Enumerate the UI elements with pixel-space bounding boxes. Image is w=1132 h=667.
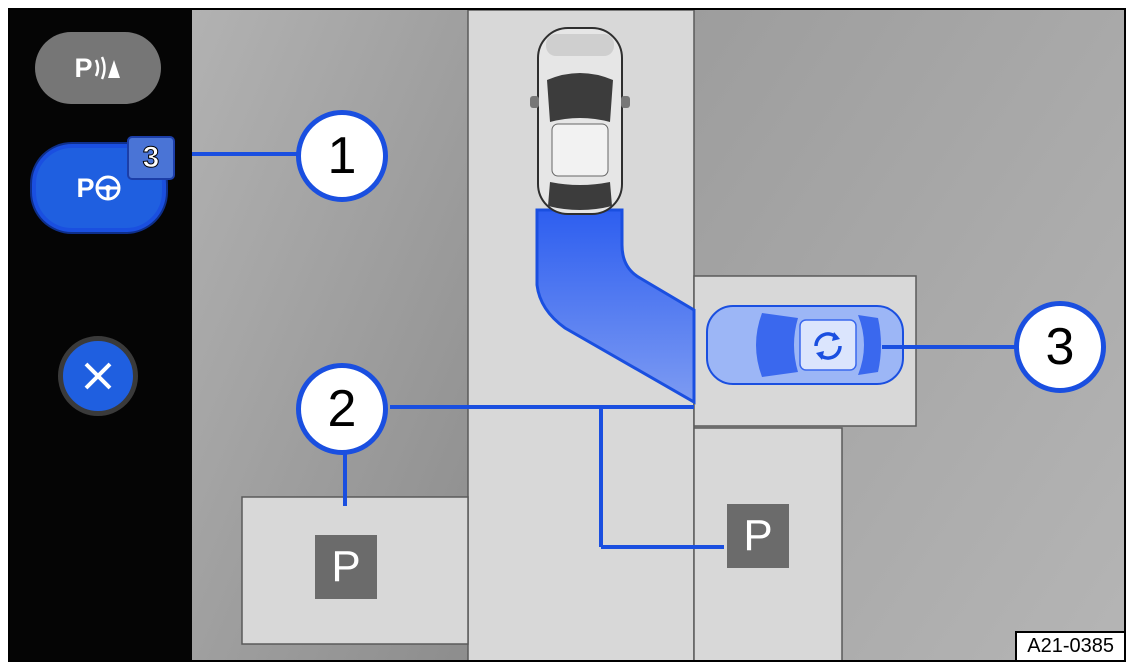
image-id-label: A21-0385 bbox=[1015, 631, 1124, 660]
parking-sensor-icon bbox=[94, 56, 120, 80]
own-car bbox=[530, 27, 630, 215]
parking-sign-right: P bbox=[727, 504, 789, 568]
park-distance-label: P bbox=[74, 52, 92, 83]
close-button[interactable] bbox=[58, 336, 138, 416]
steering-wheel-icon bbox=[95, 175, 120, 201]
sidebar: P P 3 bbox=[10, 10, 192, 660]
parking-sign-left: P bbox=[315, 535, 377, 599]
park-distance-button[interactable]: P bbox=[35, 32, 161, 104]
target-car bbox=[706, 305, 904, 385]
count-badge: 3 bbox=[127, 136, 175, 180]
callout-3: 3 bbox=[1014, 301, 1106, 393]
refresh-icon[interactable] bbox=[807, 328, 849, 364]
callout-2: 2 bbox=[296, 363, 388, 455]
screen-frame: P P 3 P P 1 2 3 A21-0385 bbox=[8, 8, 1126, 662]
callout-1: 1 bbox=[296, 110, 388, 202]
park-steer-label: P bbox=[76, 172, 94, 203]
close-icon bbox=[84, 362, 112, 390]
